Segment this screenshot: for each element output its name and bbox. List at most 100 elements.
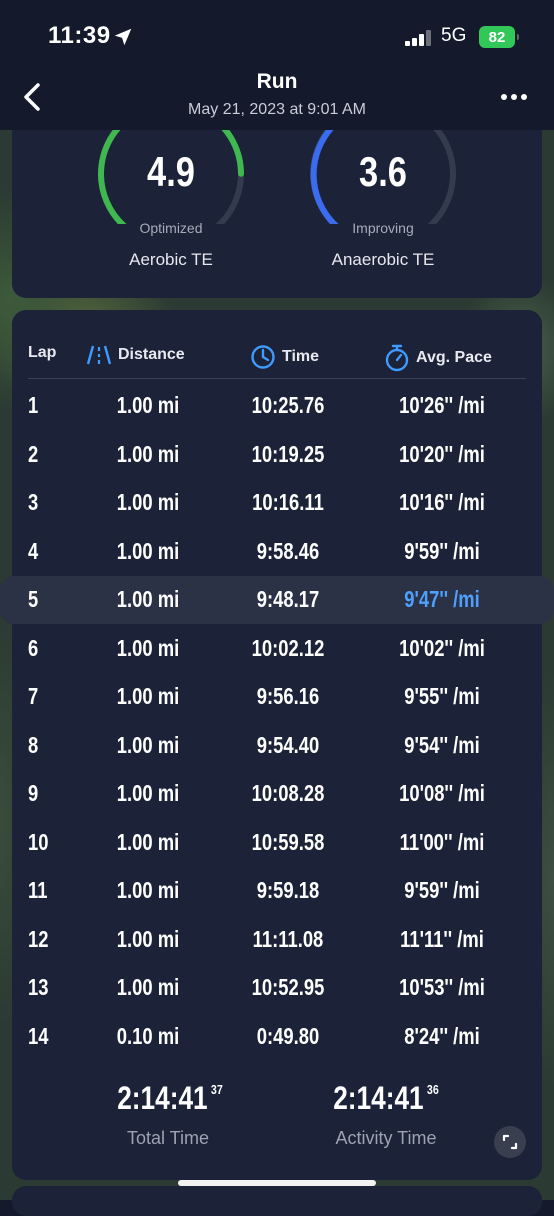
lap-distance: 1.00 mi xyxy=(116,586,180,612)
lap-number: 14 xyxy=(28,1022,49,1049)
anaerobic-te-gauge: 3.6 xyxy=(308,124,458,224)
lap-row-10[interactable]: 10 1.00 mi 10:59.58 11'00'' /mi xyxy=(12,819,542,867)
lap-time: 9:54.40 xyxy=(256,731,320,758)
lap-time: 10:02.12 xyxy=(251,634,325,661)
lap-pace: 10'02'' /mi xyxy=(399,634,485,661)
lap-row-3[interactable]: 3 1.00 mi 10:16.11 10'16'' /mi xyxy=(12,479,542,527)
location-arrow-icon xyxy=(114,28,132,46)
lap-number: 8 xyxy=(28,731,39,758)
header-time: Time xyxy=(250,344,319,370)
lap-time: 9:58.46 xyxy=(256,537,320,564)
lap-pace: 9'55'' /mi xyxy=(404,683,480,709)
status-time: 11:39 xyxy=(48,22,111,49)
lap-number: 2 xyxy=(28,440,39,467)
lap-time: 9:59.18 xyxy=(256,877,320,903)
total-time-label: Total Time xyxy=(126,1128,210,1148)
lap-time: 9:56.16 xyxy=(256,683,320,709)
battery-icon: 82 xyxy=(479,26,519,48)
header-lap: Lap xyxy=(28,344,56,362)
lap-pace: 11'11'' /mi xyxy=(400,925,484,952)
lap-row-14[interactable]: 14 0.10 mi 0:49.80 8'24'' /mi xyxy=(12,1013,542,1061)
lap-row-4[interactable]: 4 1.00 mi 9:58.46 9'59'' /mi xyxy=(12,528,542,576)
lap-distance: 1.00 mi xyxy=(116,828,180,855)
lap-time: 11:11.08 xyxy=(252,925,324,952)
lap-row-13[interactable]: 13 1.00 mi 10:52.95 10'53'' /mi xyxy=(12,964,542,1012)
lap-number: 10 xyxy=(28,828,49,855)
more-options-button[interactable] xyxy=(496,88,532,108)
lap-pace: 10'53'' /mi xyxy=(399,974,485,1000)
lap-distance: 1.00 mi xyxy=(116,877,180,903)
network-type: 5G xyxy=(441,25,467,46)
summary-section: 2:14:41 37 Total Time 2:14:41 36 Activity … xyxy=(12,1080,542,1170)
anaerobic-te-value: 3.6 xyxy=(359,148,407,195)
anaerobic-te-label: Anaerobic TE xyxy=(331,250,435,269)
header-distance-label: Distance xyxy=(118,346,185,363)
activity-time-value: 2:14:41 36 xyxy=(304,1080,468,1117)
distance-road-icon xyxy=(86,345,112,365)
next-card xyxy=(12,1186,542,1216)
lap-time: 9:48.17 xyxy=(256,586,320,612)
lap-time: 10:16.11 xyxy=(252,489,324,515)
lap-distance: 1.00 mi xyxy=(116,489,180,515)
lap-number: 12 xyxy=(28,925,49,952)
aerobic-te-label: Aerobic TE xyxy=(129,250,213,269)
training-effect-card: 4.9 Optimized Aerobic TE 3.6 Improving A… xyxy=(12,110,542,298)
activity-time-main: 2:14:41 xyxy=(333,1080,424,1116)
home-indicator[interactable] xyxy=(178,1180,376,1186)
lap-pace: 10'26'' /mi xyxy=(399,392,485,418)
lap-pace: 8'24'' /mi xyxy=(404,1022,480,1049)
lap-number: 4 xyxy=(28,537,39,564)
lap-distance: 1.00 mi xyxy=(116,974,180,1000)
lap-time: 10:59.58 xyxy=(251,828,325,855)
lap-time: 10:08.28 xyxy=(251,780,325,806)
expand-button[interactable] xyxy=(494,1126,526,1158)
lap-row-8[interactable]: 8 1.00 mi 9:54.40 9'54'' /mi xyxy=(12,722,542,770)
lap-row-12[interactable]: 12 1.00 mi 11:11.08 11'11'' /mi xyxy=(12,916,542,964)
lap-pace: 10'08'' /mi xyxy=(399,780,485,806)
clock-icon xyxy=(251,345,275,369)
lap-number: 7 xyxy=(28,683,39,709)
lap-distance: 1.00 mi xyxy=(116,683,180,709)
lap-distance: 1.00 mi xyxy=(116,780,180,806)
lap-number: 6 xyxy=(28,634,39,661)
activity-time-label: Activity Time xyxy=(335,1128,437,1148)
lap-distance: 1.00 mi xyxy=(116,731,180,758)
aerobic-te-status: Optimized xyxy=(139,220,203,236)
lap-row-7[interactable]: 7 1.00 mi 9:56.16 9'55'' /mi xyxy=(12,673,542,721)
expand-icon xyxy=(502,1134,518,1150)
laps-table-header: Lap Distance Time Avg. Pace xyxy=(12,310,542,380)
status-bar: 11:39 5G 82 xyxy=(0,0,554,70)
stopwatch-icon xyxy=(385,344,409,372)
lap-pace: 10'20'' /mi xyxy=(399,440,485,467)
lap-pace: 9'59'' /mi xyxy=(404,537,480,564)
aerobic-te-value: 4.9 xyxy=(147,148,195,195)
lap-row-11[interactable]: 11 1.00 mi 9:59.18 9'59'' /mi xyxy=(12,867,542,915)
lap-row-2[interactable]: 2 1.00 mi 10:19.25 10'20'' /mi xyxy=(12,431,542,479)
lap-number: 11 xyxy=(28,877,48,903)
lap-pace: 9'59'' /mi xyxy=(404,877,480,903)
lap-distance: 1.00 mi xyxy=(116,392,180,418)
lap-pace: 10'16'' /mi xyxy=(399,489,485,515)
battery-level: 82 xyxy=(488,28,506,46)
header-lap-label: Lap xyxy=(28,344,57,361)
lap-row-6[interactable]: 6 1.00 mi 10:02.12 10'02'' /mi xyxy=(12,625,542,673)
lap-number: 13 xyxy=(28,974,49,1000)
header-pace: Avg. Pace xyxy=(384,344,492,372)
cellular-signal-icon xyxy=(405,30,435,46)
lap-time: 0:49.80 xyxy=(256,1022,320,1049)
lap-number: 5 xyxy=(28,586,39,612)
total-time-main: 2:14:41 xyxy=(117,1080,208,1116)
lap-distance: 0.10 mi xyxy=(116,1022,180,1049)
header-pace-label: Avg. Pace xyxy=(416,349,492,366)
total-time-value: 2:14:41 37 xyxy=(88,1080,252,1117)
lap-row-5[interactable]: 5 1.00 mi 9:48.17 9'47'' /mi xyxy=(0,576,554,624)
lap-distance: 1.00 mi xyxy=(116,537,180,564)
lap-row-1[interactable]: 1 1.00 mi 10:25.76 10'26'' /mi xyxy=(12,382,542,430)
lap-pace: 9'47'' /mi xyxy=(404,586,480,612)
lap-row-9[interactable]: 9 1.00 mi 10:08.28 10'08'' /mi xyxy=(12,770,542,818)
lap-number: 9 xyxy=(28,780,39,806)
lap-distance: 1.00 mi xyxy=(116,634,180,661)
lap-time: 10:52.95 xyxy=(251,974,325,1000)
anaerobic-te-status: Improving xyxy=(352,220,414,236)
aerobic-te-gauge: 4.9 xyxy=(96,124,246,224)
